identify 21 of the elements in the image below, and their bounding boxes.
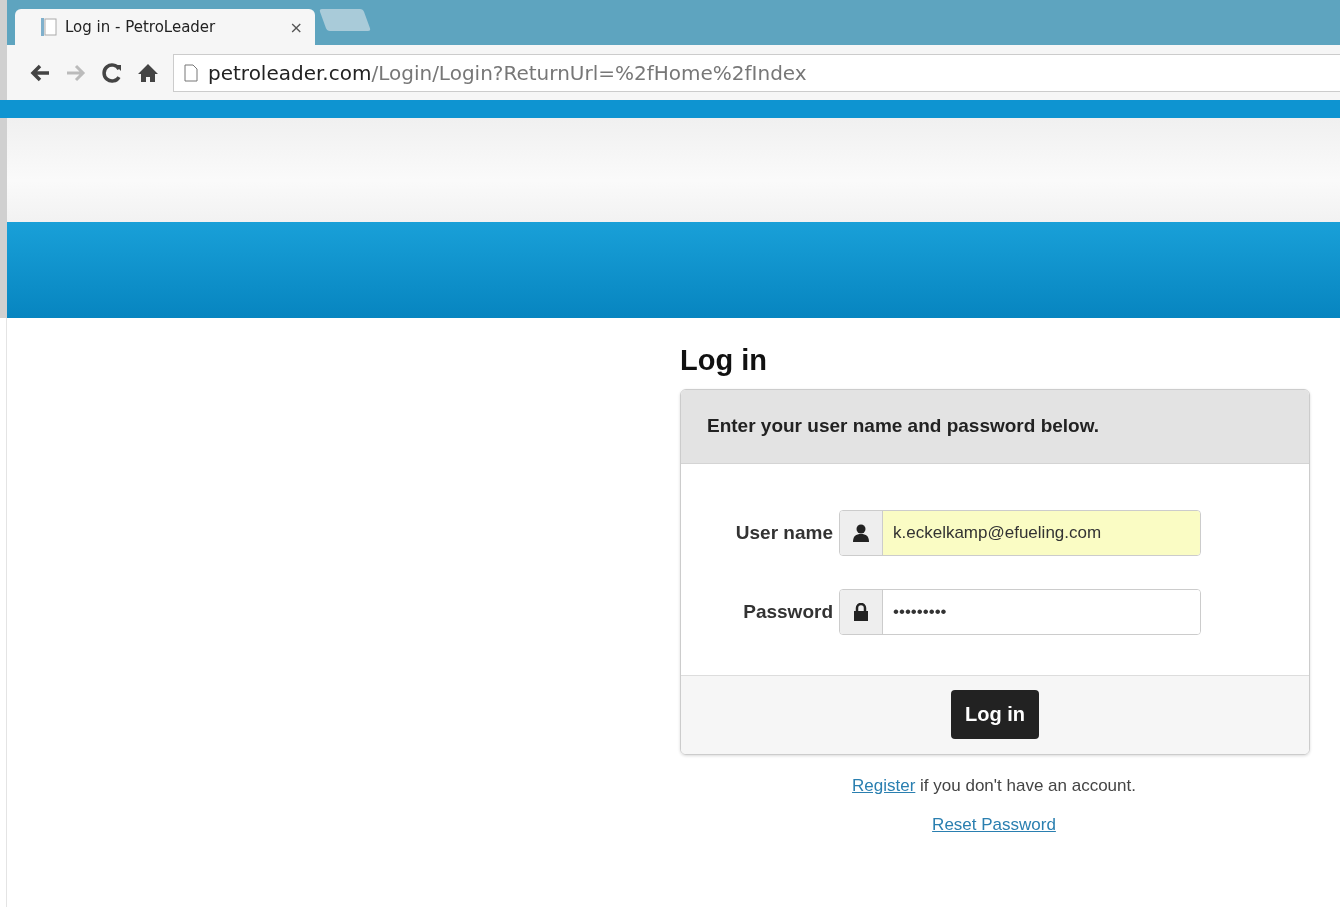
home-icon[interactable]	[137, 61, 159, 84]
url-text: petroleader.com/Login/Login?ReturnUrl=%2fHome%2fIndex	[208, 60, 807, 85]
tab-title: Log in - PetroLeader	[65, 18, 217, 36]
page-icon	[41, 18, 57, 36]
user-icon	[852, 524, 870, 542]
page-heading: Log in	[680, 344, 768, 377]
field-label: User name	[734, 522, 834, 544]
instructions-text: Enter your user name and password below.	[707, 415, 1100, 436]
register-sentence: Register if you don't have an account.	[851, 776, 1137, 796]
register-link[interactable]: Register	[852, 776, 916, 795]
password-field[interactable]: •••••••••	[839, 589, 1201, 635]
lock-icon	[853, 603, 869, 621]
field-label: Password	[742, 601, 834, 623]
reset-password-link[interactable]: Reset Password	[932, 815, 1056, 834]
login-button[interactable]: Log in	[951, 690, 1039, 739]
reload-icon[interactable]	[101, 61, 123, 84]
username-field[interactable]: k.eckelkamp@efueling.com	[839, 510, 1201, 556]
address-field[interactable]: petroleader.com/Login/Login?ReturnUrl=%2fHome%2fIndex	[173, 53, 1340, 92]
browser-tab[interactable]: Log in - PetroLeader ×	[15, 9, 315, 45]
page-icon	[184, 63, 198, 82]
close-icon[interactable]: ×	[289, 17, 303, 37]
